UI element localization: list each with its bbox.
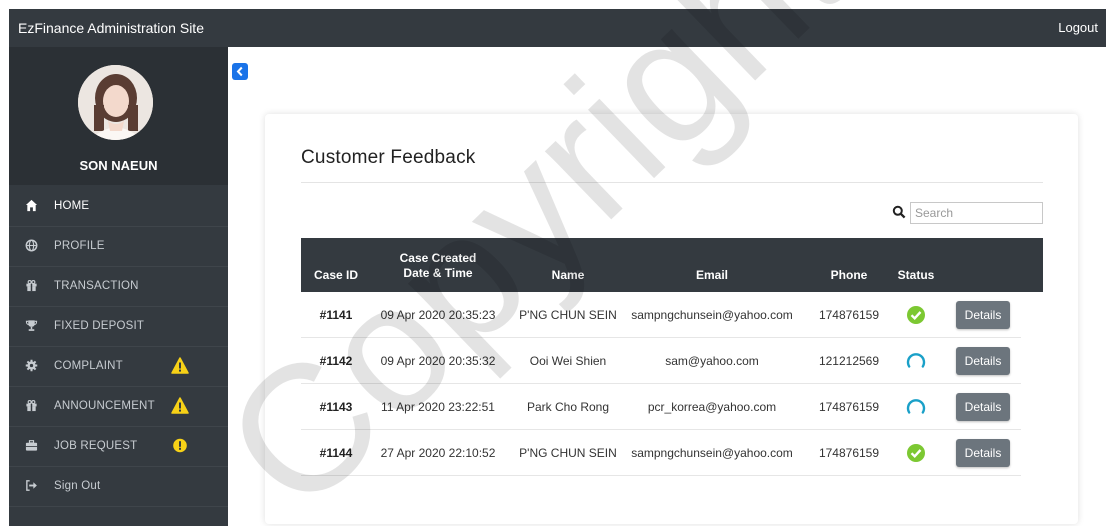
check-circle-icon [907,306,925,324]
sidebar: SON NAEUN HOME PROFILE TRANSACTION FIXED… [9,47,228,526]
search-icon [892,205,906,219]
gift-icon [26,280,37,292]
created-cell: 11 Apr 2020 23:22:51 [381,400,495,414]
home-icon [25,199,38,212]
table-row: #1143 11 Apr 2020 23:22:51 Park Cho Rong pc… [301,384,1021,430]
name-cell: P'NG CHUN SEIN [519,446,617,460]
search-input[interactable] [910,202,1043,224]
pending-spinner-icon [906,399,926,414]
table-header: Case ID Case Created Date & Time Name Em… [301,238,1043,292]
column-header-status: Status [897,268,935,282]
column-header-created: Case Created Date & Time [383,251,493,281]
email-cell: sampngchunsein@yahoo.com [631,308,793,322]
gift-icon [26,400,37,412]
sidebar-item-label: TRANSACTION [54,280,139,292]
sidebar-item-announcement[interactable]: ANNOUNCEMENT [9,387,228,427]
case-id-cell: #1142 [319,354,353,368]
column-header-created-line1: Case Created [399,251,477,265]
phone-cell: 174876159 [818,308,880,322]
warning-triangle-icon [171,397,189,414]
case-id-cell: #1143 [319,400,353,414]
sidebar-item-complaint[interactable]: COMPLAINT [9,347,228,387]
page-title: Customer Feedback [301,147,476,168]
details-button[interactable]: Details [956,347,1010,375]
case-id-cell: #1144 [319,446,353,460]
sidebar-item-label: Sign Out [54,480,101,492]
sidebar-item-job-request[interactable]: JOB REQUEST [9,427,228,467]
details-button[interactable]: Details [956,439,1010,467]
sidebar-toggle-button[interactable] [232,63,248,80]
sidebar-item-label: FIXED DEPOSIT [54,320,145,332]
sidebar-profile: SON NAEUN [9,47,228,185]
check-circle-icon [907,444,925,462]
table-row: #1144 27 Apr 2020 22:10:52 P'NG CHUN SEIN s… [301,430,1021,476]
sidebar-item-label: HOME [54,200,90,212]
logout-link[interactable]: Logout [1058,20,1098,35]
column-header-created-line2: Date & Time [403,266,473,280]
phone-cell: 121212569 [818,354,880,368]
table-row: #1142 09 Apr 2020 20:35:32 Ooi Wei Shien sa… [301,338,1021,384]
details-button[interactable]: Details [956,393,1010,421]
feedback-card: Customer Feedback Case ID Case Created D… [265,114,1078,524]
warning-triangle-icon [171,357,189,374]
sidebar-nav: HOME PROFILE TRANSACTION FIXED DEPOSIT C… [9,187,228,507]
sidebar-item-sign-out[interactable]: Sign Out [9,467,228,507]
phone-cell: 174876159 [818,400,880,414]
user-name: SON NAEUN [79,158,158,173]
sign-out-icon [26,480,37,491]
email-cell: pcr_korrea@yahoo.com [647,400,777,414]
sidebar-item-label: JOB REQUEST [54,440,138,452]
column-header-name: Name [551,268,585,282]
avatar [78,65,153,140]
name-cell: P'NG CHUN SEIN [519,308,617,322]
gear-icon [25,359,38,372]
sidebar-item-fixed-deposit[interactable]: FIXED DEPOSIT [9,307,228,347]
column-header-phone: Phone [830,268,868,282]
trophy-icon [25,320,38,331]
sidebar-item-home[interactable]: HOME [9,187,228,227]
created-cell: 09 Apr 2020 20:35:23 [380,308,496,322]
created-cell: 27 Apr 2020 22:10:52 [380,446,496,460]
brand-title[interactable]: EzFinance Administration Site [18,20,204,36]
name-cell: Park Cho Rong [526,400,610,414]
case-id-cell: #1141 [319,308,353,322]
created-cell: 09 Apr 2020 20:35:32 [380,354,496,368]
top-navbar: EzFinance Administration Site Logout [9,9,1106,47]
table-row: #1141 09 Apr 2020 20:35:23 P'NG CHUN SEIN s… [301,292,1021,338]
column-header-case-id: Case ID [313,268,359,282]
sidebar-item-label: ANNOUNCEMENT [54,400,155,412]
app-root: EzFinance Administration Site Logout SON… [0,0,1115,526]
email-cell: sam@yahoo.com [665,354,759,368]
sidebar-item-label: PROFILE [54,240,105,252]
name-cell: Ooi Wei Shien [529,354,607,368]
sidebar-item-transaction[interactable]: TRANSACTION [9,267,228,307]
phone-cell: 174876159 [818,446,880,460]
sidebar-item-label: COMPLAINT [54,360,123,372]
globe-icon [25,239,38,252]
details-button[interactable]: Details [956,301,1010,329]
exclamation-circle-icon [173,438,187,453]
pending-spinner-icon [906,353,926,368]
email-cell: sampngchunsein@yahoo.com [631,446,793,460]
briefcase-icon [25,440,38,451]
sidebar-item-profile[interactable]: PROFILE [9,227,228,267]
chevron-left-icon [236,66,243,77]
title-divider [301,182,1043,183]
column-header-email: Email [695,268,728,282]
